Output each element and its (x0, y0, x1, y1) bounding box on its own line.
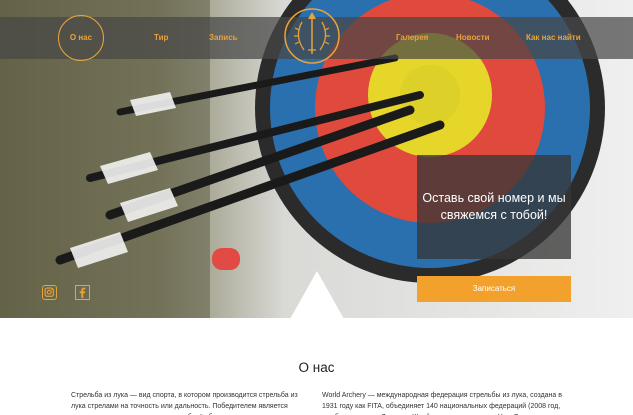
about-text-right: World Archery — международная федерация … (322, 392, 562, 415)
nav-item-directions[interactable]: Как нас найти (526, 17, 581, 59)
facebook-icon[interactable] (75, 285, 90, 300)
nav-item-gallery[interactable]: Галерея (396, 17, 428, 59)
section-notch (290, 271, 344, 318)
hero-section: О нас Тир Запись Галерея Новости Как нас… (0, 0, 633, 318)
instagram-icon[interactable] (42, 285, 57, 300)
about-title: О нас (298, 360, 335, 375)
about-text-left: Стрельба из лука — вид спорта, в котором… (71, 392, 298, 415)
nav-item-about[interactable]: О нас (58, 15, 104, 61)
callback-callout: Оставь свой номер и мы свяжемся с тобой! (417, 155, 571, 259)
nav-item-range[interactable]: Тир (154, 17, 168, 59)
archery-club-logo[interactable] (282, 4, 342, 68)
nav-item-news[interactable]: Новости (456, 17, 490, 59)
signup-button[interactable]: Записаться (417, 276, 571, 302)
nav-item-booking[interactable]: Запись (209, 17, 238, 59)
